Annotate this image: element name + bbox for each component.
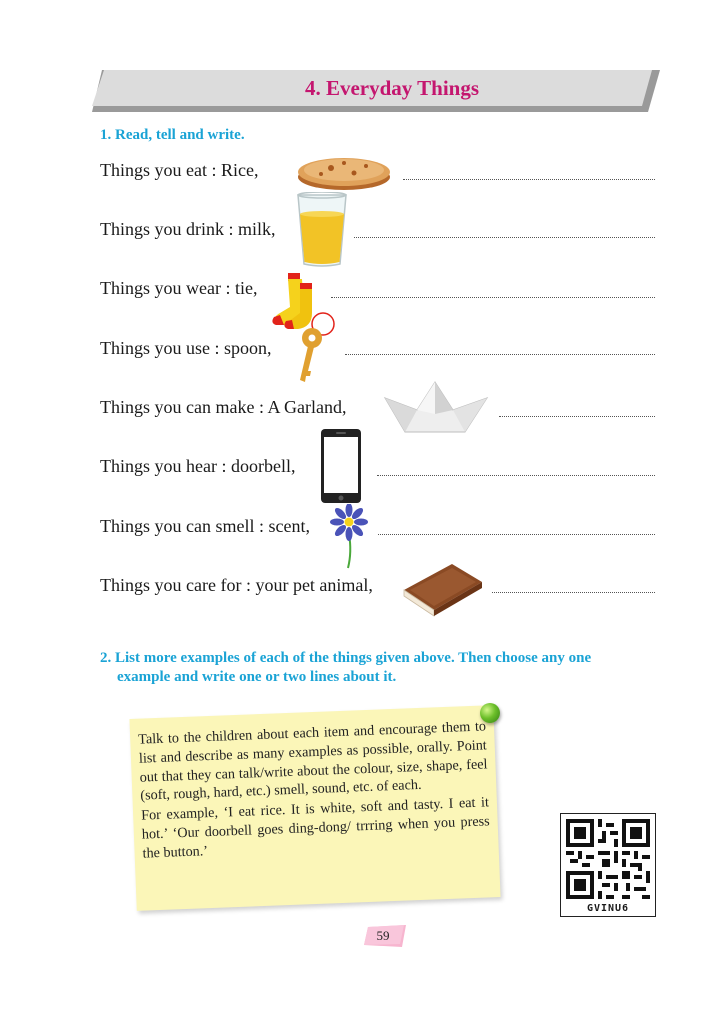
- qr-code-label: GVINU6: [586, 903, 630, 914]
- flower-icon: [330, 504, 368, 569]
- book-icon: [403, 564, 482, 617]
- page-number-tag: 59: [364, 925, 406, 947]
- answer-line[interactable]: [492, 591, 655, 593]
- roti-icon: [298, 158, 390, 190]
- row-label: Things you hear : doorbell,: [100, 456, 296, 476]
- qr-code-box[interactable]: GVINU6: [560, 813, 656, 917]
- key-icon: [300, 312, 335, 382]
- row-label: Things you eat : Rice,: [100, 160, 259, 180]
- qr-code-icon: [566, 819, 650, 899]
- row-label: Things you can make : A Garland,: [100, 397, 347, 417]
- row-label: Things you care for : your pet animal,: [100, 575, 373, 595]
- answer-line[interactable]: [378, 533, 655, 535]
- page-title: 4. Everyday Things: [304, 76, 480, 100]
- answer-line[interactable]: [377, 474, 655, 476]
- answer-line[interactable]: [499, 415, 655, 417]
- title-banner: 4. Everyday Things: [92, 70, 660, 112]
- row-label: Things you use : spoon,: [100, 338, 272, 358]
- answer-line[interactable]: [403, 178, 655, 180]
- section1-heading: 1. Read, tell and write.: [100, 127, 245, 143]
- answer-line[interactable]: [354, 236, 655, 238]
- paper-boat-icon: [383, 381, 489, 433]
- row-label: Things you wear : tie,: [100, 278, 258, 298]
- teacher-note: Talk to the children about each item and…: [129, 705, 501, 911]
- section2-heading-line1: 2. List more examples of each of the thi…: [100, 650, 592, 666]
- page-number: 59: [376, 928, 390, 943]
- row-label: Things you drink : milk,: [100, 219, 276, 239]
- section2-heading-line2: example and write one or two lines about…: [117, 669, 397, 685]
- pin-icon: [480, 703, 500, 723]
- answer-line[interactable]: [345, 353, 655, 355]
- answer-line[interactable]: [331, 296, 655, 298]
- row-label: Things you can smell : scent,: [100, 516, 310, 536]
- juice-glass-icon: [297, 192, 347, 267]
- mobile-phone-icon: [321, 429, 361, 503]
- note-paragraph-1: Talk to the children about each item and…: [137, 718, 488, 805]
